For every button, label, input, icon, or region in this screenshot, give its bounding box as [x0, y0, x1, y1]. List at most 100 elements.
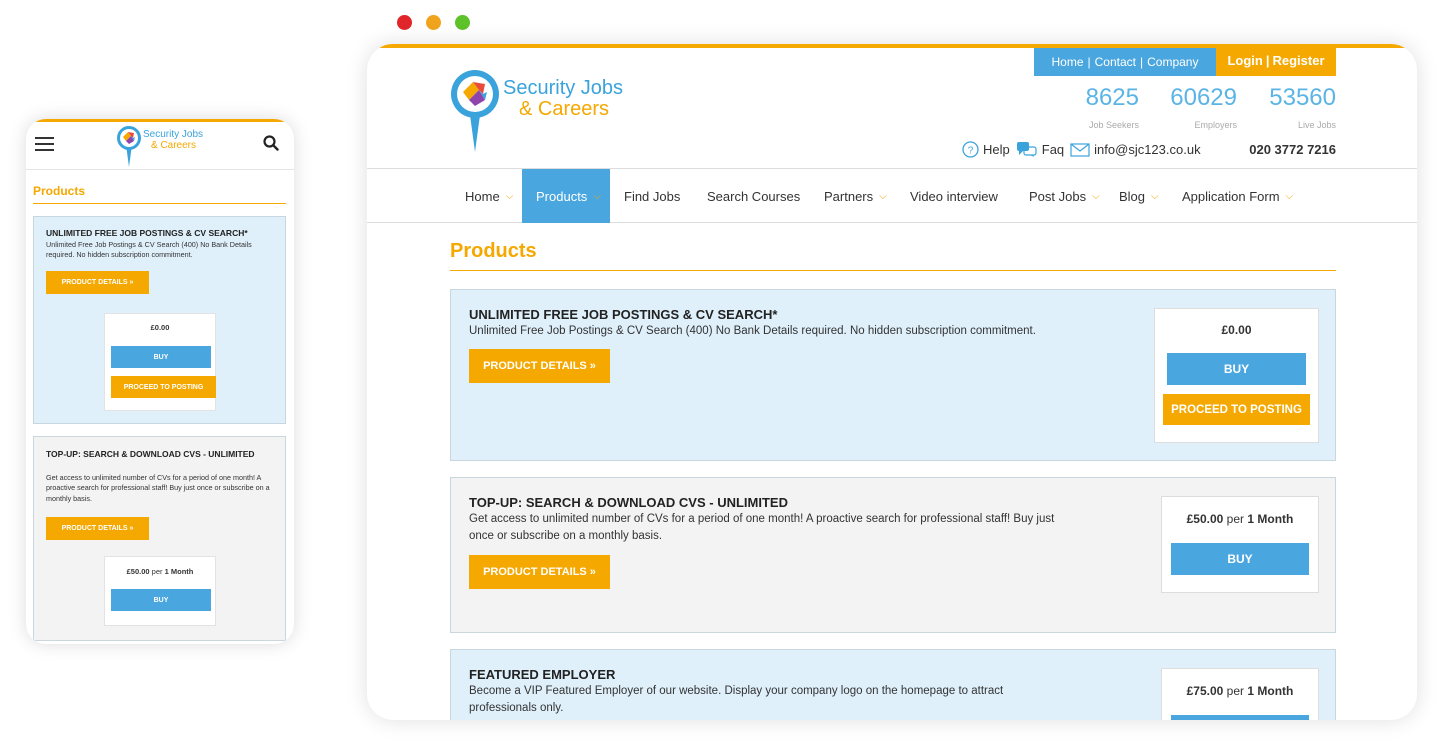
envelope-icon: [1070, 142, 1090, 157]
top-accent-bar: [26, 119, 294, 122]
price: £0.00: [1221, 323, 1252, 337]
product-details-button[interactable]: PRODUCT DETAILS »: [46, 271, 149, 294]
email-link[interactable]: info@sjc123.co.uk: [1070, 142, 1201, 157]
mobile-view: Security Jobs & Careers Products UNLIMIT…: [26, 119, 294, 644]
toplink-home[interactable]: Home: [1052, 55, 1084, 69]
product-title: UNLIMITED FREE JOB POSTINGS & CV SEARCH*: [469, 307, 778, 322]
nav-label: Partners: [824, 188, 874, 204]
window-controls: [397, 15, 470, 30]
buy-button[interactable]: BUY: [1171, 543, 1309, 575]
auth-links: Login | Register: [1216, 44, 1336, 76]
contact-row: ? Help Faq info@sjc123.co.uk 020 3772 72…: [962, 141, 1336, 158]
chevron-down-icon: ⌵: [505, 190, 514, 202]
brand-line-2: & Careers: [151, 139, 197, 151]
price-box: £0.00 BUY PROCEED TO POSTING: [104, 313, 216, 411]
nav-item-partners[interactable]: Partners ⌵: [824, 169, 887, 223]
nav-item-video-interview[interactable]: Video interview: [910, 169, 998, 223]
product-card: FEATURED EMPLOYER Become a VIP Featured …: [450, 649, 1336, 720]
desktop-view: Security Jobs & Careers Home | Contact |…: [367, 44, 1417, 720]
price: £0.00: [150, 323, 170, 332]
title-divider: [450, 270, 1336, 271]
question-circle-icon: ?: [962, 141, 979, 158]
stat-employers: 60629 Employers: [1157, 84, 1237, 130]
proceed-to-posting-button[interactable]: PROCEED TO POSTING: [1163, 394, 1310, 425]
chevron-down-icon: ⌵: [593, 190, 601, 202]
header-divider: [26, 169, 294, 170]
faq-label: Faq: [1041, 142, 1065, 157]
stat-label: Employers: [1194, 120, 1237, 130]
product-description: Get access to unlimited number of CVs fo…: [469, 513, 1055, 543]
product-details-button[interactable]: PRODUCT DETAILS »: [469, 555, 610, 589]
buy-button[interactable]: [1171, 715, 1309, 720]
nav-label: Post Jobs: [1029, 188, 1087, 204]
search-icon[interactable]: [263, 135, 279, 156]
product-description: Unlimited Free Job Postings & CV Search …: [469, 325, 1036, 337]
chat-bubbles-icon: [1016, 142, 1037, 157]
product-details-button[interactable]: PRODUCT DETAILS »: [46, 517, 149, 540]
svg-text:?: ?: [968, 146, 974, 157]
price: £50.00 per 1 Month: [126, 567, 194, 576]
site-logo[interactable]: Security Jobs & Careers: [449, 70, 623, 159]
phone-number[interactable]: 020 3772 7216: [1249, 142, 1336, 157]
product-title: UNLIMITED FREE JOB POSTINGS & CV SEARCH*: [46, 228, 248, 238]
auth-separator: |: [1265, 52, 1270, 68]
product-title: FEATURED EMPLOYER: [469, 667, 616, 682]
chevron-down-icon: ⌵: [1092, 190, 1100, 202]
product-description: Become a VIP Featured Employer of our we…: [469, 685, 1004, 715]
nav-item-application-form[interactable]: Application Form ⌵: [1182, 169, 1293, 223]
stat-label: Job Seekers: [1088, 120, 1139, 130]
logo-pin-icon: [116, 126, 142, 173]
product-card: TOP-UP: SEARCH & DOWNLOAD CVS - UNLIMITE…: [33, 436, 286, 641]
toplink-separator: |: [1140, 55, 1144, 69]
stat-label: Live Jobs: [1297, 120, 1336, 130]
nav-label: Video interview: [910, 188, 998, 204]
help-label: Help: [983, 142, 1010, 157]
nav-label: Application Form: [1182, 188, 1280, 204]
nav-item-find-jobs[interactable]: Find Jobs: [624, 169, 680, 223]
product-details-button[interactable]: PRODUCT DETAILS »: [469, 349, 610, 383]
minimize-dot-icon[interactable]: [426, 15, 441, 30]
chevron-down-icon: ⌵: [1151, 190, 1159, 202]
price: £75.00 per 1 Month: [1186, 684, 1294, 698]
site-logo[interactable]: Security Jobs & Careers: [116, 126, 203, 173]
nav-item-products[interactable]: Products ⌵: [522, 169, 610, 223]
nav-item-post-jobs[interactable]: Post Jobs ⌵: [1029, 169, 1100, 223]
help-link[interactable]: ? Help: [962, 141, 1010, 158]
proceed-to-posting-button[interactable]: PROCEED TO POSTING: [111, 376, 216, 398]
price: £50.00 per 1 Month: [1186, 512, 1294, 526]
close-dot-icon[interactable]: [397, 15, 412, 30]
product-title: TOP-UP: SEARCH & DOWNLOAD CVS - UNLIMITE…: [46, 449, 255, 459]
chevron-down-icon: ⌵: [1285, 190, 1294, 202]
buy-button[interactable]: BUY: [111, 346, 211, 368]
toplink-company[interactable]: Company: [1147, 55, 1198, 69]
top-links: Home | Contact | Company: [1034, 48, 1216, 76]
buy-button[interactable]: BUY: [111, 589, 211, 611]
main-nav: Home ⌵ Products ⌵ Find Jobs Search Courses…: [367, 168, 1417, 223]
stat-job-seekers: 8625 Job Seekers: [1069, 84, 1139, 130]
email-address: info@sjc123.co.uk: [1094, 142, 1201, 157]
brand-line-1: Security Jobs: [143, 129, 204, 140]
product-card: TOP-UP: SEARCH & DOWNLOAD CVS - UNLIMITE…: [450, 477, 1336, 633]
hamburger-icon[interactable]: [35, 137, 54, 151]
product-title: TOP-UP: SEARCH & DOWNLOAD CVS - UNLIMITE…: [469, 495, 788, 510]
nav-label: Products: [536, 188, 588, 204]
login-link[interactable]: Login: [1227, 53, 1262, 68]
maximize-dot-icon[interactable]: [455, 15, 470, 30]
price-box: £50.00 per 1 Month BUY: [1161, 496, 1319, 593]
brand-line-1: Security Jobs: [503, 77, 624, 99]
nav-item-blog[interactable]: Blog ⌵: [1119, 169, 1159, 223]
nav-item-home[interactable]: Home ⌵: [465, 169, 513, 223]
brand-line-2: & Careers: [519, 98, 610, 120]
title-divider: [33, 203, 286, 204]
nav-item-search-courses[interactable]: Search Courses: [707, 169, 800, 223]
logo-pin-icon: [449, 70, 501, 159]
faq-link[interactable]: Faq: [1016, 141, 1064, 158]
toplink-contact[interactable]: Contact: [1095, 55, 1136, 69]
price-box: £75.00 per 1 Month: [1161, 668, 1319, 720]
stat-live-jobs: 53560 Live Jobs: [1256, 84, 1336, 130]
product-description: Get access to unlimited number of CVs fo…: [46, 473, 270, 503]
register-link[interactable]: Register: [1273, 53, 1325, 68]
price-box: £50.00 per 1 Month BUY: [104, 556, 216, 626]
buy-button[interactable]: BUY: [1167, 353, 1306, 385]
nav-label: Blog: [1119, 188, 1146, 204]
